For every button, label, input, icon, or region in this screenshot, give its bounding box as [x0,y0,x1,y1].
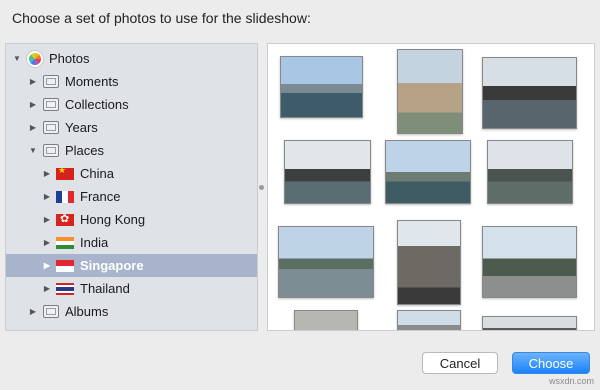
sidebar-item-label: France [80,189,121,204]
disclosure-collapsed-icon[interactable]: ▶ [28,100,38,110]
sidebar-item-photos[interactable]: ▼ Photos [6,47,257,70]
sidebar-item-label: Collections [65,97,129,112]
india-flag-icon [56,236,74,249]
china-flag-icon [56,167,74,180]
sidebar-item-places[interactable]: ▼ Places [6,139,257,162]
source-list-sidebar: ▼ Photos ▶ Moments ▶ Collections ▶ Years… [5,43,258,331]
photo-thumbnail[interactable] [482,226,577,298]
disclosure-collapsed-icon[interactable]: ▶ [28,77,38,87]
photo-thumbnail[interactable] [294,310,358,330]
sidebar-item-label: Hong Kong [80,212,146,227]
sidebar-item-label: Moments [65,74,119,89]
photo-thumbnail[interactable] [280,56,363,118]
sidebar-item-hong-kong[interactable]: ▶ Hong Kong [6,208,257,231]
photo-thumbnail[interactable] [397,49,463,134]
choose-button[interactable]: Choose [512,352,590,374]
photo-thumbnail[interactable] [397,310,461,330]
photos-app-icon [27,50,43,67]
sidebar-item-thailand[interactable]: ▶ Thailand [6,277,257,300]
sidebar-item-label: China [80,166,114,181]
sidebar-item-label: Photos [49,51,90,66]
disclosure-expanded-icon[interactable]: ▼ [28,146,38,156]
photo-thumbnail[interactable] [385,140,471,204]
folder-icon [43,305,59,318]
disclosure-collapsed-icon[interactable]: ▶ [42,192,52,202]
folder-icon [43,121,59,134]
dialog-title: Choose a set of photos to use for the sl… [12,10,311,26]
disclosure-collapsed-icon[interactable]: ▶ [42,215,52,225]
photo-thumbnail[interactable] [278,226,374,298]
thailand-flag-icon [56,282,74,295]
sidebar-item-france[interactable]: ▶ France [6,185,257,208]
photo-thumbnail[interactable] [397,220,461,305]
disclosure-collapsed-icon[interactable]: ▶ [42,238,52,248]
sidebar-item-label: Places [65,143,105,158]
disclosure-collapsed-icon[interactable]: ▶ [28,307,38,317]
hong-kong-flag-icon [56,213,74,226]
folder-icon [43,98,59,111]
sidebar-item-years[interactable]: ▶ Years [6,116,257,139]
disclosure-collapsed-icon[interactable]: ▶ [42,284,52,294]
sidebar-item-label: Singapore [80,258,144,273]
photo-thumbnail[interactable] [482,316,577,330]
photo-thumbnail[interactable] [284,140,371,204]
photo-thumbnail[interactable] [487,140,573,204]
disclosure-collapsed-icon[interactable]: ▶ [42,261,52,271]
watermark-text: wsxdn.com [548,376,594,386]
disclosure-collapsed-icon[interactable]: ▶ [42,169,52,179]
disclosure-collapsed-icon[interactable]: ▶ [28,123,38,133]
singapore-flag-icon [56,259,74,272]
france-flag-icon [56,190,74,203]
sidebar-item-label: Years [65,120,98,135]
cancel-button[interactable]: Cancel [422,352,498,374]
photo-grid [267,43,595,331]
sidebar-item-label: Albums [65,304,109,319]
folder-icon [43,144,59,157]
sidebar-item-india[interactable]: ▶ India [6,231,257,254]
sidebar-item-label: Thailand [80,281,130,296]
sidebar-item-label: India [80,235,109,250]
photo-thumbnail[interactable] [482,57,577,129]
sidebar-item-singapore[interactable]: ▶ Singapore [6,254,257,277]
sidebar-item-china[interactable]: ▶ China [6,162,257,185]
sidebar-item-collections[interactable]: ▶ Collections [6,93,257,116]
sidebar-item-moments[interactable]: ▶ Moments [6,70,257,93]
split-view-divider-handle[interactable] [259,185,264,190]
sidebar-item-albums[interactable]: ▶ Albums [6,300,257,323]
disclosure-expanded-icon[interactable]: ▼ [12,54,22,64]
folder-icon [43,75,59,88]
